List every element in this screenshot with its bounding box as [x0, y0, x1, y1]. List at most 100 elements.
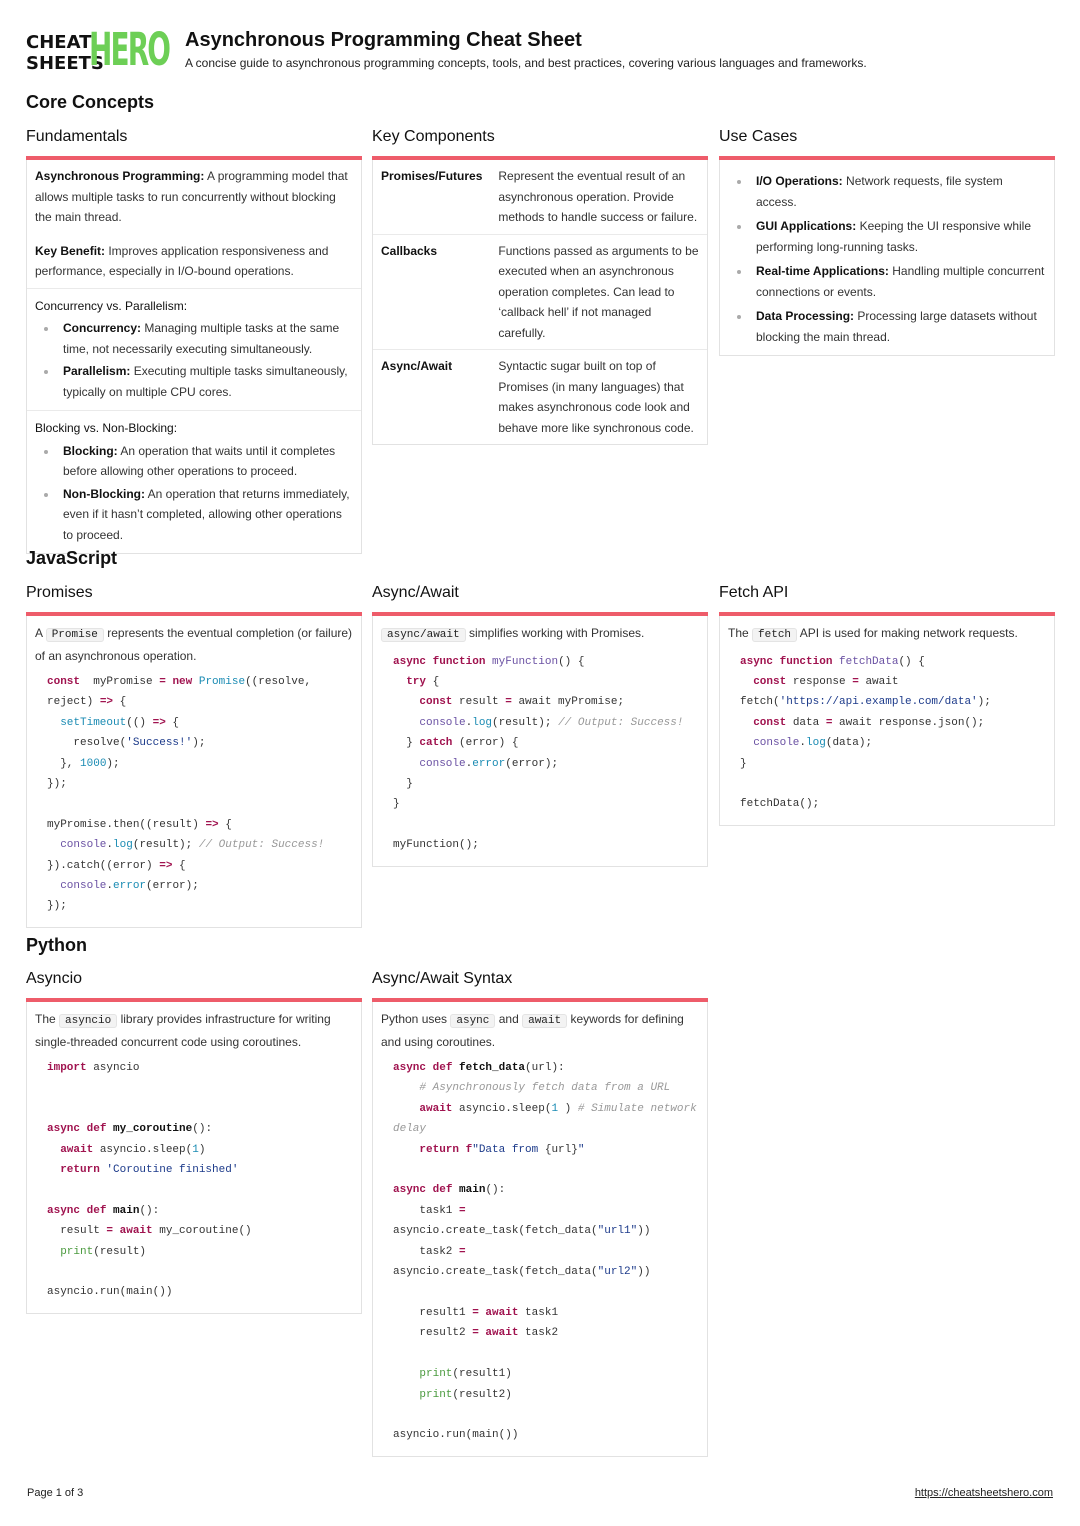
card-title: Asyncio [26, 970, 83, 987]
code-line: result2 = await task2 [393, 1323, 699, 1343]
code-token: = [505, 696, 512, 709]
intro-text: and [495, 1012, 523, 1026]
code-token: } [393, 777, 413, 790]
list-item: I/O Operations: Network requests, file s… [728, 171, 1046, 212]
site-link[interactable]: https://cheatsheetshero.com [915, 1487, 1053, 1499]
card-title: Key Components [372, 128, 495, 145]
code-token: )) [637, 1266, 651, 1279]
code-token: => [159, 859, 173, 872]
code-token: = [459, 1245, 466, 1258]
code-token: async [393, 1184, 427, 1197]
code-line: }); [47, 896, 353, 916]
code-token: "Data from [472, 1143, 545, 1156]
code-line: task1 = [393, 1201, 699, 1221]
code-line: fetch('https://api.example.com/data'); [740, 692, 1046, 712]
code-token: (data); [825, 737, 873, 750]
page-number: Page 1 of 3 [27, 1487, 84, 1499]
code-token: fetch_data [452, 1062, 526, 1074]
code-block: import asyncio async def my_coroutine():… [35, 1058, 353, 1303]
code-token: asyncio.sleep( [93, 1143, 193, 1156]
code-line: asyncio.run(main()) [47, 1282, 353, 1302]
code-token: result [47, 1225, 107, 1238]
code-token: Promise [192, 676, 246, 688]
code-line: async function fetchData() { [740, 652, 1046, 672]
card-intro: The fetch API is used for making network… [728, 623, 1046, 646]
code-token: } [393, 798, 400, 811]
code-line: return 'Coroutine finished' [47, 1160, 353, 1180]
inline-code: asyncio [59, 1014, 118, 1028]
code-token: (result) [93, 1245, 147, 1258]
code-token: print [419, 1368, 453, 1381]
code-token: task2 [393, 1245, 460, 1258]
term: Blocking: [63, 443, 118, 458]
code-token: myFunction [485, 655, 559, 668]
card-intro: Python uses async and await keywords for… [381, 1009, 699, 1052]
cheatsheetshero-logo[interactable]: CHEAT SHEETS HERO [26, 24, 171, 76]
code-token: 1000 [80, 757, 107, 770]
code-token: () { [898, 655, 925, 668]
code-line: }, 1000); [47, 754, 353, 774]
code-token: await [478, 1327, 519, 1340]
code-token: await myPromise; [511, 696, 625, 709]
list-item: Parallelism: Executing multiple tasks si… [35, 361, 353, 402]
code-line: const response = await [740, 672, 1046, 692]
card-intro: The asyncio library provides infrastruct… [35, 1009, 353, 1052]
subheading-blocking-nonblocking: Blocking vs. Non-Blocking: [35, 421, 178, 435]
code-line: console.log(data); [740, 733, 1046, 753]
code-token: (result); [492, 716, 559, 729]
code-line: async function myFunction() { [393, 652, 699, 672]
code-token: }); [47, 900, 67, 913]
code-token: (result1) [452, 1368, 512, 1381]
code-line: }); [47, 774, 353, 794]
code-token: error [113, 880, 147, 893]
code-block: async function myFunction() { try { cons… [381, 652, 699, 856]
code-token: ); [192, 737, 206, 750]
card-asyncio: Asyncio The asyncio library provides inf… [26, 969, 362, 1314]
code-token: console [60, 839, 107, 852]
code-line: } catch (error) { [393, 733, 699, 753]
code-line: console.log(result); // Output: Success! [393, 713, 699, 733]
code-token: log [806, 737, 826, 750]
code-token: "url2" [597, 1266, 638, 1279]
code-line: print(result2) [393, 1385, 699, 1405]
code-token: }, [47, 757, 81, 770]
code-line: resolve('Success!'); [47, 733, 353, 753]
list-item: Real-time Applications: Handling multipl… [728, 261, 1046, 302]
code-token: { [113, 696, 127, 709]
code-token: " [577, 1143, 585, 1156]
code-line: print(result1) [393, 1364, 699, 1384]
code-token: async [393, 655, 427, 668]
code-token: result [452, 696, 506, 709]
code-token: main [452, 1184, 486, 1197]
code-token: (): [139, 1204, 160, 1217]
code-token: myFunction(); [393, 839, 479, 852]
page-subtitle: A concise guide to asynchronous programm… [185, 56, 867, 70]
inline-code: fetch [752, 628, 798, 642]
code-token: ); [977, 696, 991, 709]
logo-line1: CHEAT [26, 32, 92, 53]
code-token: def [426, 1062, 453, 1074]
table-row: Promises/Futures Represent the eventual r… [373, 160, 707, 235]
code-line: return f"Data from {url}" [393, 1140, 699, 1160]
code-token: // Output: Success! [558, 716, 684, 729]
intro-text: The [728, 626, 753, 640]
code-line: result = await my_coroutine() [47, 1221, 353, 1241]
card-js-async-await: Async/Await async/await simplifies worki… [372, 583, 708, 867]
code-token: (error); [505, 757, 559, 770]
code-line: console.log(result); // Output: Success! [47, 835, 353, 855]
code-line: async def main(): [393, 1180, 699, 1200]
